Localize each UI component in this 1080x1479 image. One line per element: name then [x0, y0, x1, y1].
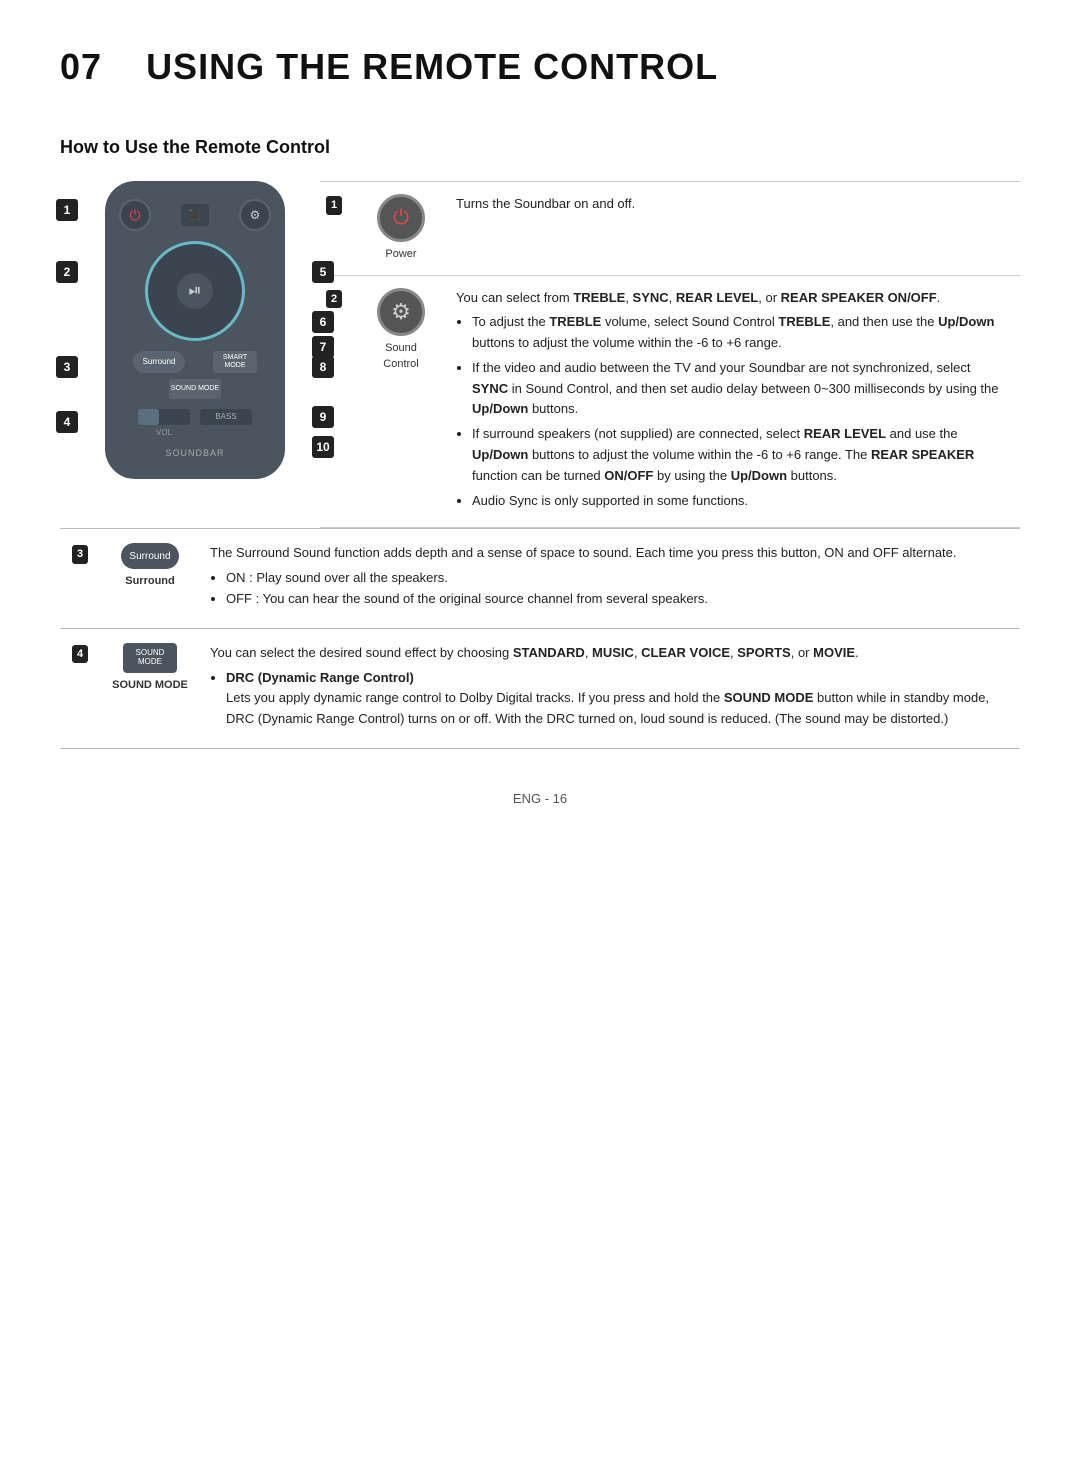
- sound-mode-button[interactable]: SOUND MODE: [169, 379, 221, 399]
- table-row: 3 Surround Surround The Surround Sound f…: [60, 529, 1020, 628]
- sound-mode-detail-desc: You can select the desired sound effect …: [200, 628, 1020, 748]
- table-row: 4 SOUNDMODE SOUND MODE You can select th…: [60, 628, 1020, 748]
- info-table: 1 ⏻ Power Turns the Soundbar on and off.: [320, 181, 1020, 528]
- smart-mode-button[interactable]: SMART MODE: [213, 351, 257, 373]
- page-title: 07 USING THE REMOTE CONTROL: [60, 40, 1020, 94]
- table-row: 1 ⏻ Power Turns the Soundbar on and off.: [320, 182, 1020, 276]
- main-content: 1 2 3 4 5 6 7 8 9 10 ⏻ ⬛: [60, 181, 1020, 749]
- sound-mode-icon-text: SOUNDMODE: [136, 649, 165, 667]
- surround-icon-cell: Surround Surround: [100, 529, 200, 628]
- gear-icon-large: ⚙: [377, 288, 425, 336]
- play-pause-icon: ⏯: [189, 279, 202, 303]
- list-item: DRC (Dynamic Range Control) Lets you app…: [226, 668, 1010, 730]
- surround-detail-label: Surround: [110, 573, 190, 590]
- surround-label: Surround: [143, 356, 176, 368]
- sound-ctrl-bullets: To adjust the TREBLE volume, select Soun…: [472, 312, 1010, 511]
- remote-table-wrapper: 1 2 3 4 5 6 7 8 9 10 ⏻ ⬛: [60, 181, 1020, 528]
- list-item: OFF : You can hear the sound of the orig…: [226, 589, 1010, 610]
- vol-label: VOL: [156, 427, 172, 439]
- badge-4: 4: [56, 411, 78, 433]
- badge-5: 5: [312, 261, 334, 283]
- soundbar-label: SOUNDBAR: [119, 447, 271, 461]
- surround-detail-desc: The Surround Sound function adds depth a…: [200, 529, 1020, 628]
- list-item: Audio Sync is only supported in some fun…: [472, 491, 1010, 512]
- power-icon: ⏻: [129, 205, 140, 226]
- list-item: If the video and audio between the TV an…: [472, 358, 1010, 420]
- surround-bullets: ON : Play sound over all the speakers. O…: [226, 568, 1010, 610]
- footer-text: ENG - 16: [513, 791, 567, 806]
- power-desc: Turns the Soundbar on and off.: [446, 182, 1020, 276]
- vol-fill: [138, 409, 159, 425]
- vol-bass-row: VOL BASS: [119, 409, 271, 439]
- sound-mode-label: SOUND MODE: [171, 385, 219, 393]
- gear-symbol-icon: ⚙: [391, 295, 411, 328]
- smart-mode-label: SMART MODE: [213, 354, 257, 369]
- sound-ctrl-icon-cell: ⚙ Sound Control: [356, 275, 446, 528]
- sound-mode-icon-large: SOUNDMODE: [123, 643, 177, 673]
- bass-col: BASS: [200, 409, 252, 439]
- sound-mode-bullets: DRC (Dynamic Range Control) Lets you app…: [226, 668, 1010, 730]
- row-num-2: 2: [326, 290, 342, 309]
- badge-9: 9: [312, 406, 334, 428]
- power-icon-cell: ⏻ Power: [356, 182, 446, 276]
- remote-body: ⏻ ⬛ ⚙ ⏯: [105, 181, 285, 479]
- sound-control-button[interactable]: ⚙: [239, 199, 271, 231]
- badge-2: 2: [56, 261, 78, 283]
- badge-7: 7: [312, 336, 334, 358]
- surround-smartmode-row: Surround SMART MODE: [119, 351, 271, 373]
- gear-icon: ⚙: [250, 206, 261, 224]
- table-row: 2 ⚙ Sound Control You can select from TR…: [320, 275, 1020, 528]
- sound-mode-detail-label: SOUND MODE: [110, 677, 190, 694]
- remote-top-row: ⏻ ⬛ ⚙: [119, 199, 271, 231]
- sound-ctrl-desc: You can select from TREBLE, SYNC, REAR L…: [446, 275, 1020, 528]
- input-button[interactable]: ⬛: [181, 204, 209, 226]
- power-label: Power: [366, 246, 436, 263]
- badge-6: 6: [312, 311, 334, 333]
- remote-illustration: 1 2 3 4 5 6 7 8 9 10 ⏻ ⬛: [60, 181, 300, 479]
- page-footer: ENG - 16: [60, 789, 1020, 809]
- list-item: ON : Play sound over all the speakers.: [226, 568, 1010, 589]
- list-item: If surround speakers (not supplied) are …: [472, 424, 1010, 486]
- nav-circle: ⏯: [145, 241, 245, 341]
- list-item: To adjust the TREBLE volume, select Soun…: [472, 312, 1010, 354]
- power-button[interactable]: ⏻: [119, 199, 151, 231]
- detail-num-4: 4: [72, 645, 88, 664]
- power-icon-large: ⏻: [377, 194, 425, 242]
- bass-label: BASS: [215, 411, 236, 423]
- detail-num-4-cell: 4: [60, 628, 100, 748]
- row-num-1: 1: [326, 196, 342, 215]
- badge-3: 3: [56, 356, 78, 378]
- nav-center-button[interactable]: ⏯: [177, 273, 213, 309]
- badge-8: 8: [312, 356, 334, 378]
- detail-table: 3 Surround Surround The Surround Sound f…: [60, 528, 1020, 749]
- sound-mode-icon-cell: SOUNDMODE SOUND MODE: [100, 628, 200, 748]
- vol-slider[interactable]: [138, 409, 190, 425]
- surround-icon-large: Surround: [121, 543, 179, 569]
- surround-button[interactable]: Surround: [133, 351, 185, 373]
- section-subtitle: How to Use the Remote Control: [60, 134, 1020, 161]
- badge-10: 10: [312, 436, 334, 458]
- sound-control-label: Sound Control: [366, 340, 436, 373]
- vol-col: VOL: [138, 409, 190, 439]
- power-symbol-icon: ⏻: [393, 203, 409, 233]
- bass-button[interactable]: BASS: [200, 409, 252, 425]
- detail-num-3-cell: 3: [60, 529, 100, 628]
- badge-1: 1: [56, 199, 78, 221]
- detail-num-3: 3: [72, 545, 88, 564]
- surround-icon-text: Surround: [129, 549, 170, 564]
